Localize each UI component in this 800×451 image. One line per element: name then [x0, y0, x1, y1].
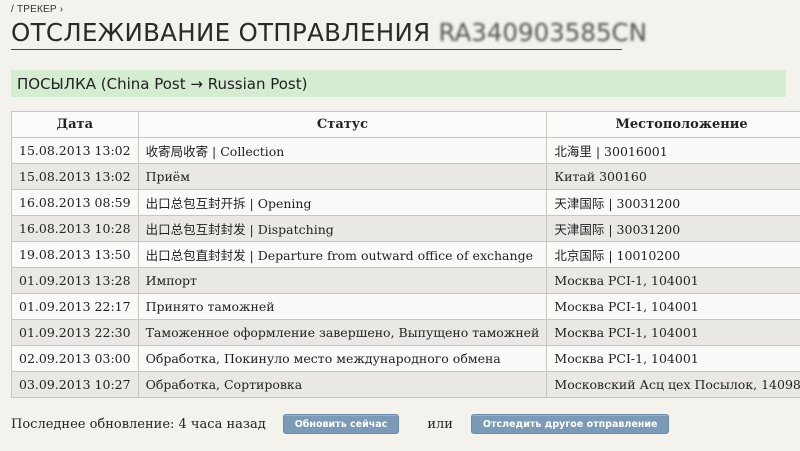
cell-location: 天津国际 | 30031200 [546, 189, 800, 216]
table-row: 01.09.2013 13:28 Импорт Москва PCI-1, 10… [11, 267, 800, 294]
cell-status: Принято таможней [137, 293, 548, 320]
cell-location: 北京国际 | 10010200 [546, 241, 800, 268]
cell-location: Москва PCI-1, 104001 [546, 345, 800, 372]
cell-date: 16.08.2013 10:28 [11, 215, 139, 242]
tracking-table: Дата Статус Местоположение 15.08.2013 13… [11, 111, 800, 398]
column-header-location: Местоположение [546, 111, 800, 138]
cell-date: 19.08.2013 13:50 [11, 241, 139, 268]
refresh-button[interactable]: Обновить сейчас [282, 414, 400, 434]
cell-location: Москва PCI-1, 104001 [546, 293, 800, 320]
cell-status: 出口总包互封开拆 | Opening [137, 189, 548, 216]
cell-date: 02.09.2013 03:00 [11, 345, 139, 372]
table-row: 01.09.2013 22:17 Принято таможней Москва… [11, 293, 800, 320]
tracking-number: RA340903585CN [438, 18, 647, 47]
cell-status: Импорт [137, 267, 548, 294]
cell-status: Приём [137, 163, 548, 190]
cell-date: 01.09.2013 22:17 [11, 293, 139, 320]
cell-status: Таможенное оформление завершено, Выпущен… [137, 319, 548, 346]
table-row: 03.09.2013 10:27 Обработка, Сортировка М… [11, 371, 800, 398]
cell-date: 01.09.2013 22:30 [11, 319, 139, 346]
cell-location: 天津国际 | 30031200 [546, 215, 800, 242]
cell-location: Московский Асц цех Посылок, 140983 [546, 371, 800, 398]
cell-location: Москва PCI-1, 104001 [546, 267, 800, 294]
or-text: или [427, 416, 453, 432]
cell-status: 出口总包直封封发 | Departure from outward office… [137, 241, 548, 268]
cell-status: Обработка, Сортировка [137, 371, 548, 398]
cell-location: Москва PCI-1, 104001 [546, 319, 800, 346]
table-row: 16.08.2013 08:59 出口总包互封开拆 | Opening 天津国际… [11, 189, 800, 216]
column-header-date: Дата [11, 111, 139, 138]
title-row: ОТСЛЕЖИВАНИЕ ОТПРАВЛЕНИЯ RA340903585CN [11, 18, 647, 47]
cell-location: Китай 300160 [546, 163, 800, 190]
cell-date: 15.08.2013 13:02 [11, 163, 139, 190]
cell-status: 收寄局收寄 | Collection [137, 137, 548, 164]
cell-status: Обработка, Покинуло место международного… [137, 345, 548, 372]
cell-location: 北海里 | 30016001 [546, 137, 800, 164]
table-header-row: Дата Статус Местоположение [11, 111, 800, 138]
title-divider [11, 49, 622, 50]
table-row: 15.08.2013 13:02 Приём Китай 300160 [11, 163, 800, 190]
track-other-button[interactable]: Отследить другое отправление [470, 414, 670, 434]
cell-date: 16.08.2013 08:59 [11, 189, 139, 216]
cell-date: 01.09.2013 13:28 [11, 267, 139, 294]
cell-date: 03.09.2013 10:27 [11, 371, 139, 398]
table-row: 19.08.2013 13:50 出口总包直封封发 | Departure fr… [11, 241, 800, 268]
package-header: ПОСЫЛКА (China Post → Russian Post) [11, 70, 786, 97]
page-title: ОТСЛЕЖИВАНИЕ ОТПРАВЛЕНИЯ [11, 18, 431, 47]
cell-date: 15.08.2013 13:02 [11, 137, 139, 164]
table-row: 15.08.2013 13:02 收寄局收寄 | Collection 北海里 … [11, 137, 800, 164]
table-row: 02.09.2013 03:00 Обработка, Покинуло мес… [11, 345, 800, 372]
cell-status: 出口总包互封封发 | Dispatching [137, 215, 548, 242]
table-row: 01.09.2013 22:30 Таможенное оформление з… [11, 319, 800, 346]
breadcrumb[interactable]: / ТРЕКЕР › [11, 4, 63, 15]
footer: Последнее обновление: 4 часа назад Обнов… [11, 414, 670, 434]
column-header-status: Статус [137, 111, 548, 138]
table-row: 16.08.2013 10:28 出口总包互封封发 | Dispatching … [11, 215, 800, 242]
last-update-text: Последнее обновление: 4 часа назад [11, 416, 266, 432]
